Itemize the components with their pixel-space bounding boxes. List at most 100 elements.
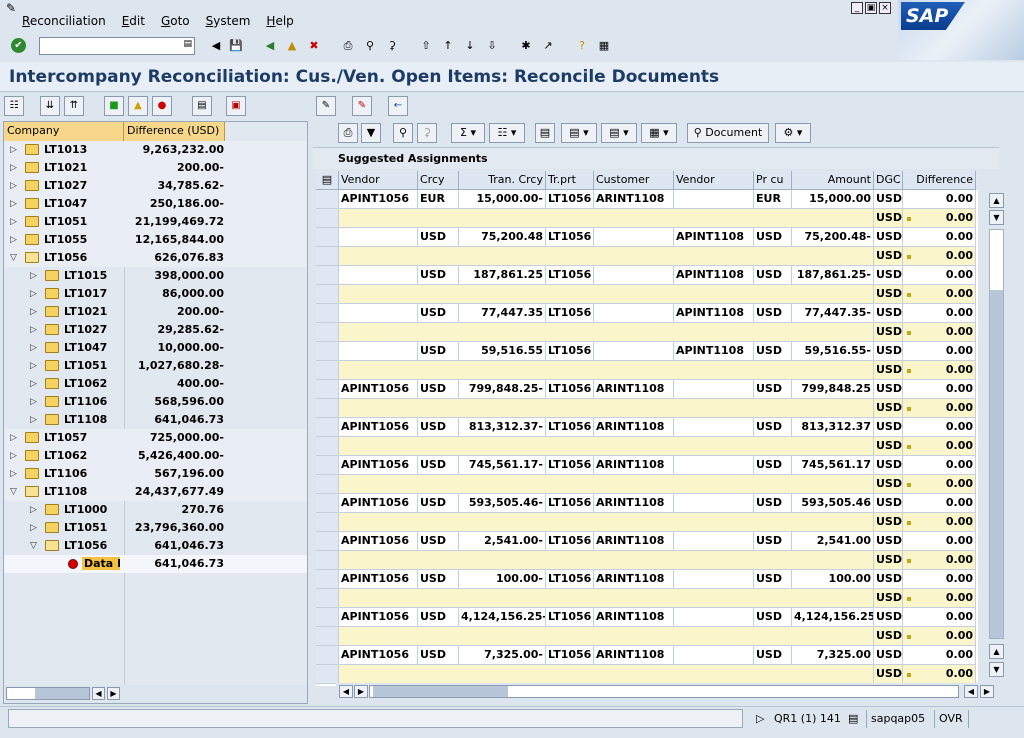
table-row[interactable]: APINT1056 USD 7,325.00- LT1056 ARINT1108 USD 7…: [316, 646, 978, 665]
cell-amount[interactable]: 4,124,156.25: [792, 608, 874, 627]
find-icon[interactable]: ⚲: [362, 38, 378, 54]
cell-vendor2[interactable]: APINT1108: [674, 266, 754, 285]
cell-prcu[interactable]: USD: [754, 228, 792, 247]
tree-node-label[interactable]: LT1051: [44, 215, 87, 228]
cell-dgc[interactable]: USD: [874, 342, 903, 361]
cell-tran[interactable]: 593,505.46-: [459, 494, 546, 513]
cell-amount[interactable]: 77,447.35-: [792, 304, 874, 323]
expand-node-icon[interactable]: ▷: [30, 379, 37, 389]
find-list-icon[interactable]: ⚲: [393, 123, 413, 143]
collapse-node-icon[interactable]: ▽: [10, 253, 17, 263]
grid-scroll-end-right-icon[interactable]: ▶: [980, 685, 994, 698]
export-button[interactable]: ▤ ▾: [601, 123, 637, 143]
collapse-all-icon[interactable]: ⇈: [64, 96, 84, 116]
grid-scroll-left-icon[interactable]: ◀: [339, 685, 353, 698]
cell-prcu[interactable]: USD: [754, 380, 792, 399]
cell-dgc[interactable]: USD: [874, 304, 903, 323]
cell-crcy[interactable]: USD: [418, 342, 459, 361]
col-trprt[interactable]: Tr.prt: [546, 171, 594, 190]
cell-prcu[interactable]: USD: [754, 570, 792, 589]
cell-prcu[interactable]: USD: [754, 418, 792, 437]
row-selector[interactable]: [316, 342, 339, 361]
cell-vendor[interactable]: APINT1056: [339, 380, 418, 399]
cell-customer[interactable]: ARINT1108: [594, 494, 674, 513]
hierarchy-icon[interactable]: ☷: [4, 96, 24, 116]
row-selector[interactable]: [316, 456, 339, 475]
system-menu-icon[interactable]: ✎: [6, 1, 16, 15]
cell-crcy[interactable]: USD: [418, 418, 459, 437]
row-selector[interactable]: [316, 646, 339, 665]
cell-crcy[interactable]: USD: [418, 380, 459, 399]
company-column-header[interactable]: Company: [4, 122, 124, 141]
tree-node-label[interactable]: LT1056: [44, 251, 87, 264]
layout-menu-icon[interactable]: ▦: [596, 38, 612, 54]
expand-node-icon[interactable]: ▷: [30, 505, 37, 515]
yellow-status-icon[interactable]: ▲: [128, 96, 148, 116]
cell-vendor2[interactable]: [674, 494, 754, 513]
eraser-icon[interactable]: ✎: [352, 96, 372, 116]
cell-vendor2[interactable]: [674, 608, 754, 627]
tree-horizontal-scrollbar[interactable]: ◀ ▶: [4, 685, 307, 703]
tree-row[interactable]: ▷ LT1027 34,785.62-: [4, 177, 307, 195]
cell-prcu[interactable]: USD: [754, 532, 792, 551]
expand-node-icon[interactable]: ▷: [30, 271, 37, 281]
tree-row[interactable]: ▽ LT1056 641,046.73: [4, 537, 307, 555]
tree-row[interactable]: ▷ LT1047 250,186.00-: [4, 195, 307, 213]
cell-amount[interactable]: 59,516.55-: [792, 342, 874, 361]
tree-row[interactable]: ▷ LT1057 725,000.00-: [4, 429, 307, 447]
back-arrow-icon[interactable]: ←: [388, 96, 408, 116]
table-row[interactable]: APINT1056 USD 2,541.00- LT1056 ARINT1108 USD 2…: [316, 532, 978, 551]
command-input[interactable]: [40, 38, 175, 54]
cell-customer[interactable]: [594, 304, 674, 323]
tree-scroll-thumb[interactable]: [35, 688, 89, 699]
back-icon[interactable]: ◀: [262, 38, 278, 54]
enter-checkmark-icon[interactable]: ✔: [11, 38, 26, 53]
tree-row[interactable]: ▷ LT1051 23,796,360.00: [4, 519, 307, 537]
tree-node-label[interactable]: LT1108: [64, 413, 107, 426]
row-selector[interactable]: [316, 418, 339, 437]
menu-system[interactable]: System: [198, 14, 259, 28]
tree-node-label[interactable]: LT1017: [64, 287, 107, 300]
cell-amount[interactable]: 15,000.00: [792, 190, 874, 209]
cell-crcy[interactable]: USD: [418, 266, 459, 285]
expand-node-icon[interactable]: ▷: [10, 469, 17, 479]
tree-node-label[interactable]: LT1027: [44, 179, 87, 192]
cell-vendor[interactable]: APINT1056: [339, 418, 418, 437]
cell-amount[interactable]: 7,325.00: [792, 646, 874, 665]
cell-trprt[interactable]: LT1056: [546, 190, 594, 209]
col-amount[interactable]: Amount: [792, 171, 874, 190]
cell-customer[interactable]: ARINT1108: [594, 190, 674, 209]
tree-node-label[interactable]: LT1056: [64, 539, 107, 552]
cell-vendor2[interactable]: APINT1108: [674, 228, 754, 247]
cell-crcy[interactable]: USD: [418, 456, 459, 475]
help-icon[interactable]: ?: [574, 38, 590, 54]
grid-horizontal-scrollbar[interactable]: ◀ ▶ ◀ ▶: [336, 683, 998, 700]
cell-vendor[interactable]: APINT1056: [339, 456, 418, 475]
table-row[interactable]: APINT1056 USD 593,505.46- LT1056 ARINT1108 US…: [316, 494, 978, 513]
cell-amount[interactable]: 187,861.25-: [792, 266, 874, 285]
cell-tran[interactable]: 59,516.55: [459, 342, 546, 361]
scroll-page-down-icon[interactable]: ▼: [989, 662, 1004, 677]
difference-column-header[interactable]: Difference (USD): [124, 122, 225, 141]
tree-node-label[interactable]: LT1106: [44, 467, 87, 480]
cell-vendor[interactable]: [339, 342, 418, 361]
more-functions-button[interactable]: ⚙ ▾: [775, 123, 811, 143]
select-all-icon[interactable]: ▤: [316, 171, 339, 190]
grid-hscroll-track[interactable]: [369, 685, 959, 698]
expand-node-icon[interactable]: ▷: [10, 199, 17, 209]
cell-amount[interactable]: 100.00: [792, 570, 874, 589]
cell-vendor[interactable]: [339, 266, 418, 285]
tree-row[interactable]: ▷ LT1027 29,285.62-: [4, 321, 307, 339]
expand-node-icon[interactable]: ▷: [10, 181, 17, 191]
cell-amount[interactable]: 75,200.48-: [792, 228, 874, 247]
tree-row[interactable]: ▷ LT1106 568,596.00: [4, 393, 307, 411]
cell-customer[interactable]: ARINT1108: [594, 646, 674, 665]
tree-node-label[interactable]: LT1013: [44, 143, 87, 156]
cell-dgc[interactable]: USD: [874, 608, 903, 627]
close-window-icon[interactable]: ×: [879, 2, 891, 14]
cell-tran[interactable]: 187,861.25: [459, 266, 546, 285]
expand-node-icon[interactable]: ▷: [30, 415, 37, 425]
cell-customer[interactable]: ARINT1108: [594, 456, 674, 475]
cell-crcy[interactable]: USD: [418, 532, 459, 551]
cell-dgc[interactable]: USD: [874, 266, 903, 285]
